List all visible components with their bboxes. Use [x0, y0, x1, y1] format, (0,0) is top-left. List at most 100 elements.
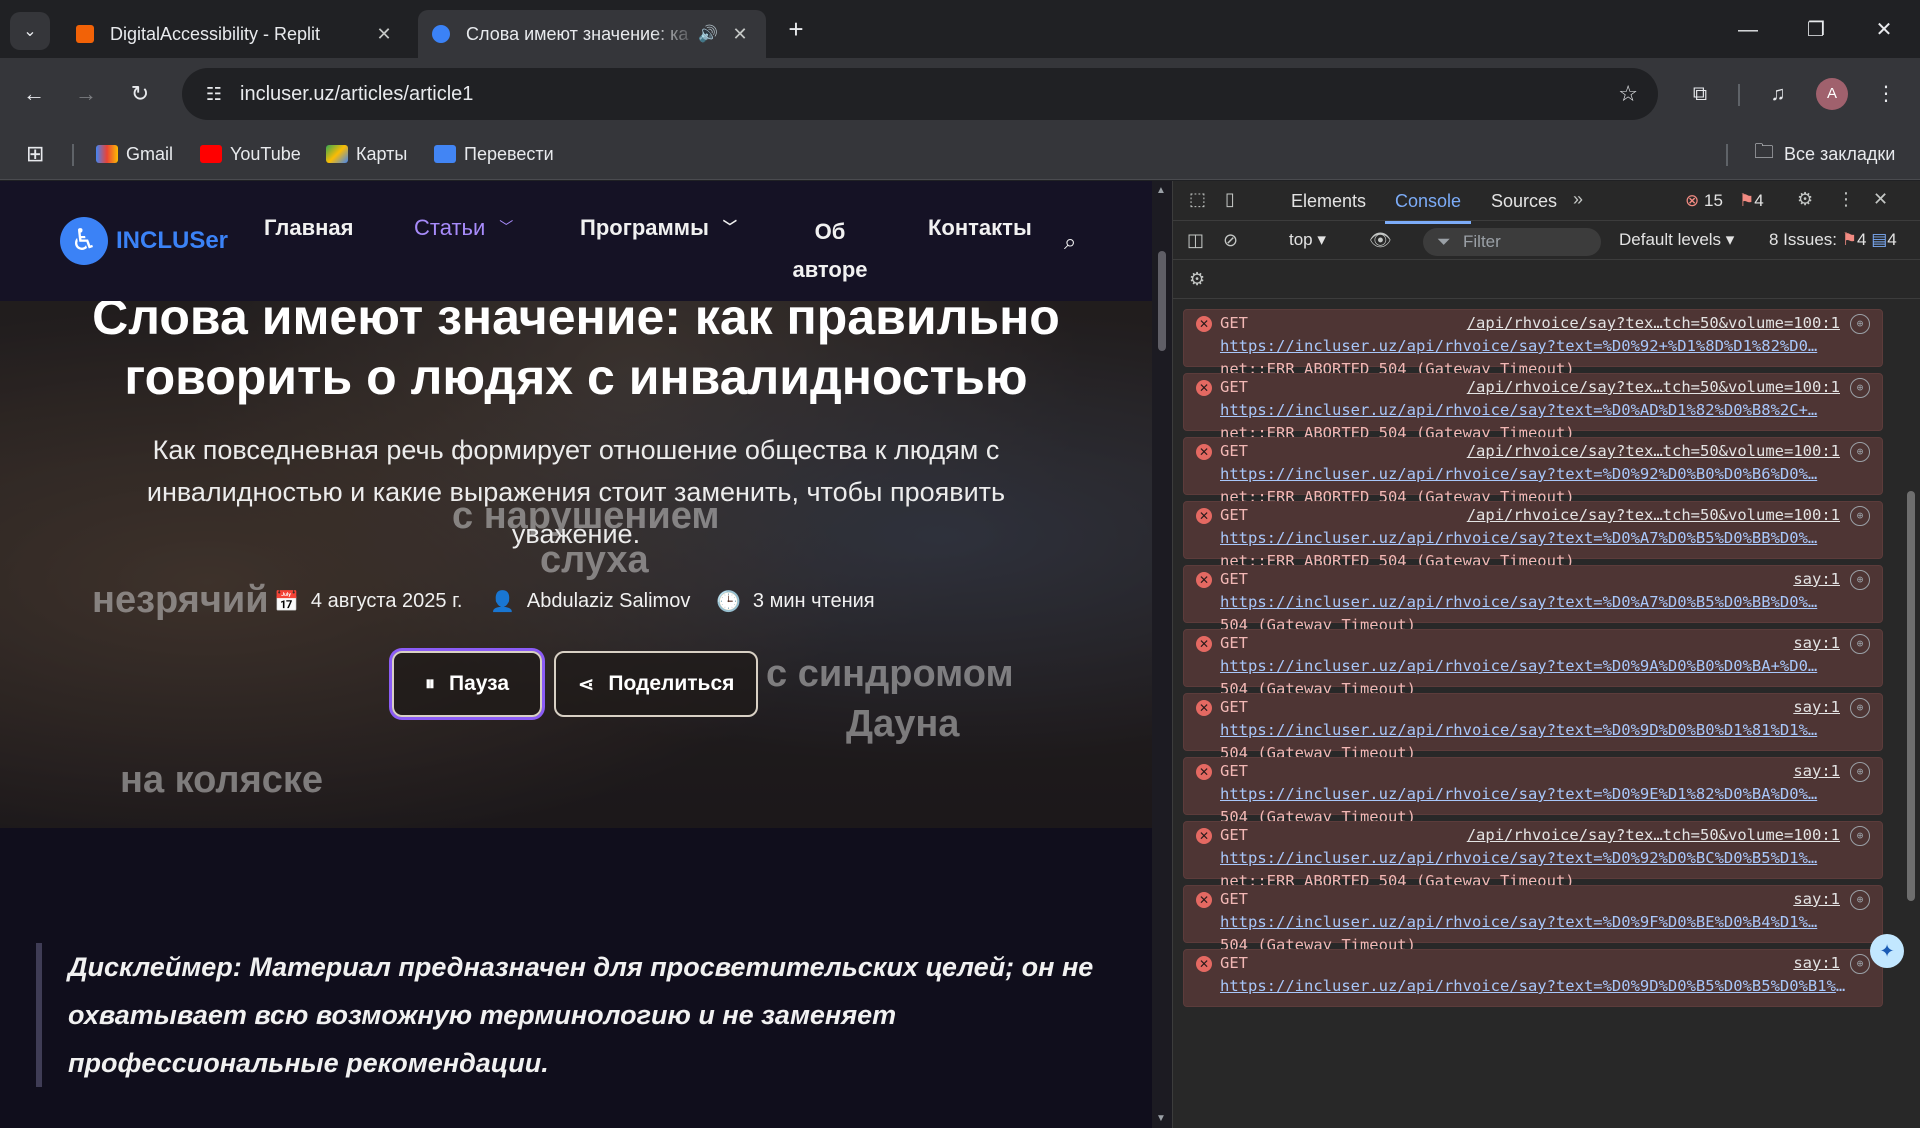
network-globe-icon[interactable]: ⊕ [1850, 442, 1870, 462]
console-error-message[interactable]: ✕ GET say:1 ⊕ https://incluser.uz/api/rhvoic… [1183, 885, 1883, 954]
console-error-message[interactable]: ✕ GET say:1 ⊕ https://incluser.uz/api/rhvoic… [1183, 565, 1883, 634]
forward-button[interactable]: → [68, 76, 104, 112]
network-globe-icon[interactable]: ⊕ [1850, 826, 1870, 846]
search-icon[interactable]: ⌕ [1064, 229, 1076, 255]
network-globe-icon[interactable]: ⊕ [1850, 890, 1870, 910]
share-button[interactable]: ⋖ Поделиться [554, 651, 758, 717]
tab-elements[interactable]: Elements [1291, 191, 1366, 212]
pause-button[interactable]: ⏸ Пауза [392, 651, 542, 717]
scroll-thumb[interactable] [1158, 251, 1166, 351]
source-link[interactable]: /api/rhvoice/say?tex…tch=50&volume=100:1 [1467, 506, 1840, 524]
context-selector[interactable]: top ▾ [1289, 230, 1326, 250]
nav-articles[interactable]: Статьи ﹀ [414, 215, 513, 241]
restore-button[interactable]: ❐ [1786, 10, 1846, 50]
source-link[interactable]: say:1 [1793, 762, 1840, 780]
tab-incluser[interactable]: Слова имеют значение: ка 🔊 ✕ [418, 10, 766, 58]
source-link[interactable]: say:1 [1793, 570, 1840, 588]
issues-counter[interactable]: 8 Issues: ⚑4 ▤4 [1769, 230, 1897, 250]
scroll-up-icon[interactable]: ▲ [1156, 185, 1166, 196]
tab-sources[interactable]: Sources [1491, 191, 1557, 212]
error-count-badge[interactable]: ⊗ 15 [1685, 191, 1723, 211]
console-error-message[interactable]: ✕ GET say:1 ⊕ https://incluser.uz/api/rhvoic… [1183, 693, 1883, 762]
request-url-link[interactable]: https://incluser.uz/api/rhvoice/say?text… [1220, 401, 1850, 419]
source-link[interactable]: /api/rhvoice/say?tex…tch=50&volume=100:1 [1467, 314, 1840, 332]
source-link[interactable]: say:1 [1793, 698, 1840, 716]
profile-avatar[interactable]: A [1816, 78, 1848, 110]
speaker-icon[interactable]: 🔊 [698, 24, 722, 44]
tab-replit[interactable]: DigitalAccessibility - Replit ✕ [62, 10, 410, 58]
site-info-icon[interactable]: ☷ [194, 84, 234, 105]
bookmark-star-icon[interactable]: ☆ [1618, 81, 1638, 107]
console-error-message[interactable]: ✕ GET/api/rhvoice/say?tex…tch=50&volume=1… [1183, 373, 1883, 442]
apps-grid-icon[interactable]: ⊞ [26, 138, 44, 170]
network-globe-icon[interactable]: ⊕ [1850, 634, 1870, 654]
bookmark-maps[interactable]: Карты [326, 138, 407, 170]
network-globe-icon[interactable]: ⊕ [1850, 506, 1870, 526]
source-link[interactable]: say:1 [1793, 634, 1840, 652]
nav-programs[interactable]: Программы ﹀ [580, 215, 737, 241]
network-globe-icon[interactable]: ⊕ [1850, 314, 1870, 334]
nav-contacts[interactable]: Контакты [928, 215, 1032, 241]
new-tab-button[interactable]: + [780, 14, 812, 46]
network-globe-icon[interactable]: ⊕ [1850, 378, 1870, 398]
close-tab-icon[interactable]: ✕ [372, 24, 396, 45]
media-control-icon[interactable]: ♫ [1760, 76, 1796, 112]
request-url-link[interactable]: https://incluser.uz/api/rhvoice/say?text… [1220, 337, 1850, 355]
url-text[interactable]: incluser.uz/articles/article1 [240, 83, 473, 106]
sidebar-toggle-icon[interactable]: ◫ [1187, 230, 1204, 251]
console-error-message[interactable]: ✕ GET/api/rhvoice/say?tex…tch=50&volume=1… [1183, 501, 1883, 570]
network-globe-icon[interactable]: ⊕ [1850, 954, 1870, 974]
request-url-link[interactable]: https://incluser.uz/api/rhvoice/say?text… [1220, 465, 1850, 483]
request-url-link[interactable]: https://incluser.uz/api/rhvoice/say?text… [1220, 849, 1850, 867]
settings-gear-icon[interactable]: ⚙ [1797, 189, 1813, 210]
bookmark-translate[interactable]: Перевести [434, 138, 554, 170]
source-link[interactable]: say:1 [1793, 954, 1840, 972]
request-url-link[interactable]: https://incluser.uz/api/rhvoice/say?text… [1220, 785, 1850, 803]
page-scrollbar[interactable]: ▲ ▼ [1152, 181, 1172, 1128]
devtools-menu-icon[interactable]: ⋮ [1837, 189, 1855, 210]
console-error-message[interactable]: ✕ GET/api/rhvoice/say?tex…tch=50&volume=1… [1183, 437, 1883, 506]
request-url-link[interactable]: https://incluser.uz/api/rhvoice/say?text… [1220, 977, 1850, 995]
tab-search-button[interactable]: ⌄ [10, 12, 50, 50]
network-globe-icon[interactable]: ⊕ [1850, 762, 1870, 782]
console-error-message[interactable]: ✕ GET say:1 ⊕ https://incluser.uz/api/rhvoic… [1183, 629, 1883, 698]
console-error-message[interactable]: ✕ GET say:1 ⊕ https://incluser.uz/api/rhvoic… [1183, 949, 1883, 1007]
console-error-message[interactable]: ✕ GET/api/rhvoice/say?tex…tch=50&volume=1… [1183, 821, 1883, 890]
console-filter-input[interactable]: ⏷ Filter [1423, 228, 1601, 256]
request-url-link[interactable]: https://incluser.uz/api/rhvoice/say?text… [1220, 657, 1850, 675]
console-error-message[interactable]: ✕ GET/api/rhvoice/say?tex…tch=50&volume=1… [1183, 309, 1883, 378]
request-url-link[interactable]: https://incluser.uz/api/rhvoice/say?text… [1220, 913, 1850, 931]
more-tabs-icon[interactable]: » [1573, 189, 1583, 210]
all-bookmarks-button[interactable]: 🗀 Все закладки [1754, 138, 1895, 170]
network-globe-icon[interactable]: ⊕ [1850, 698, 1870, 718]
nav-home[interactable]: Главная [264, 215, 353, 241]
network-globe-icon[interactable]: ⊕ [1850, 570, 1870, 590]
bookmark-youtube[interactable]: YouTube [200, 138, 301, 170]
back-button[interactable]: ← [16, 76, 52, 112]
site-logo[interactable]: ♿ INCLUSer [60, 217, 228, 265]
live-expression-eye-icon[interactable]: 👁 [1369, 230, 1392, 251]
tab-console[interactable]: Console [1384, 191, 1472, 224]
console-scrollbar[interactable] [1903, 301, 1919, 1128]
request-url-link[interactable]: https://incluser.uz/api/rhvoice/say?text… [1220, 529, 1850, 547]
extensions-icon[interactable]: ⧉ [1682, 76, 1718, 112]
nav-about[interactable]: Об авторе [790, 213, 870, 289]
close-tab-icon[interactable]: ✕ [728, 24, 752, 45]
console-error-message[interactable]: ✕ GET say:1 ⊕ https://incluser.uz/api/rhvoic… [1183, 757, 1883, 826]
menu-kebab-icon[interactable]: ⋮ [1868, 76, 1904, 112]
source-link[interactable]: /api/rhvoice/say?tex…tch=50&volume=100:1 [1467, 378, 1840, 396]
bookmark-gmail[interactable]: Gmail [96, 138, 173, 170]
request-url-link[interactable]: https://incluser.uz/api/rhvoice/say?text… [1220, 593, 1850, 611]
log-levels-dropdown[interactable]: Default levels ▾ [1619, 230, 1734, 250]
scroll-thumb[interactable] [1907, 491, 1915, 901]
clear-console-icon[interactable]: ⊘ [1223, 230, 1238, 251]
source-link[interactable]: say:1 [1793, 890, 1840, 908]
source-link[interactable]: /api/rhvoice/say?tex…tch=50&volume=100:1 [1467, 442, 1840, 460]
minimize-button[interactable]: — [1718, 10, 1778, 50]
request-url-link[interactable]: https://incluser.uz/api/rhvoice/say?text… [1220, 721, 1850, 739]
reload-button[interactable]: ↻ [122, 76, 158, 112]
address-bar[interactable]: ☷ incluser.uz/articles/article1 ☆ [182, 68, 1658, 120]
warning-count-badge[interactable]: ⚑4 [1739, 191, 1764, 211]
source-link[interactable]: /api/rhvoice/say?tex…tch=50&volume=100:1 [1467, 826, 1840, 844]
device-toolbar-icon[interactable]: ▯ [1225, 189, 1235, 210]
